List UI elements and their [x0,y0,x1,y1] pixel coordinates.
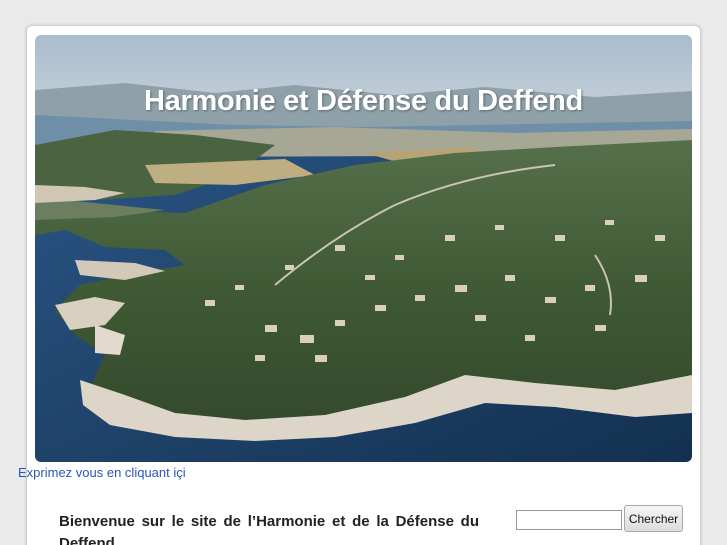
site-title: Harmonie et Défense du Deffend [144,85,583,117]
header-banner: Harmonie et Défense du Deffend [35,35,692,462]
express-opinion-link[interactable]: Exprimez vous en cliquant içi [18,465,186,480]
search-input[interactable] [516,510,622,530]
search-button[interactable]: Chercher [624,505,683,532]
welcome-heading: Bienvenue sur le site de l’Harmonie et d… [59,513,479,545]
